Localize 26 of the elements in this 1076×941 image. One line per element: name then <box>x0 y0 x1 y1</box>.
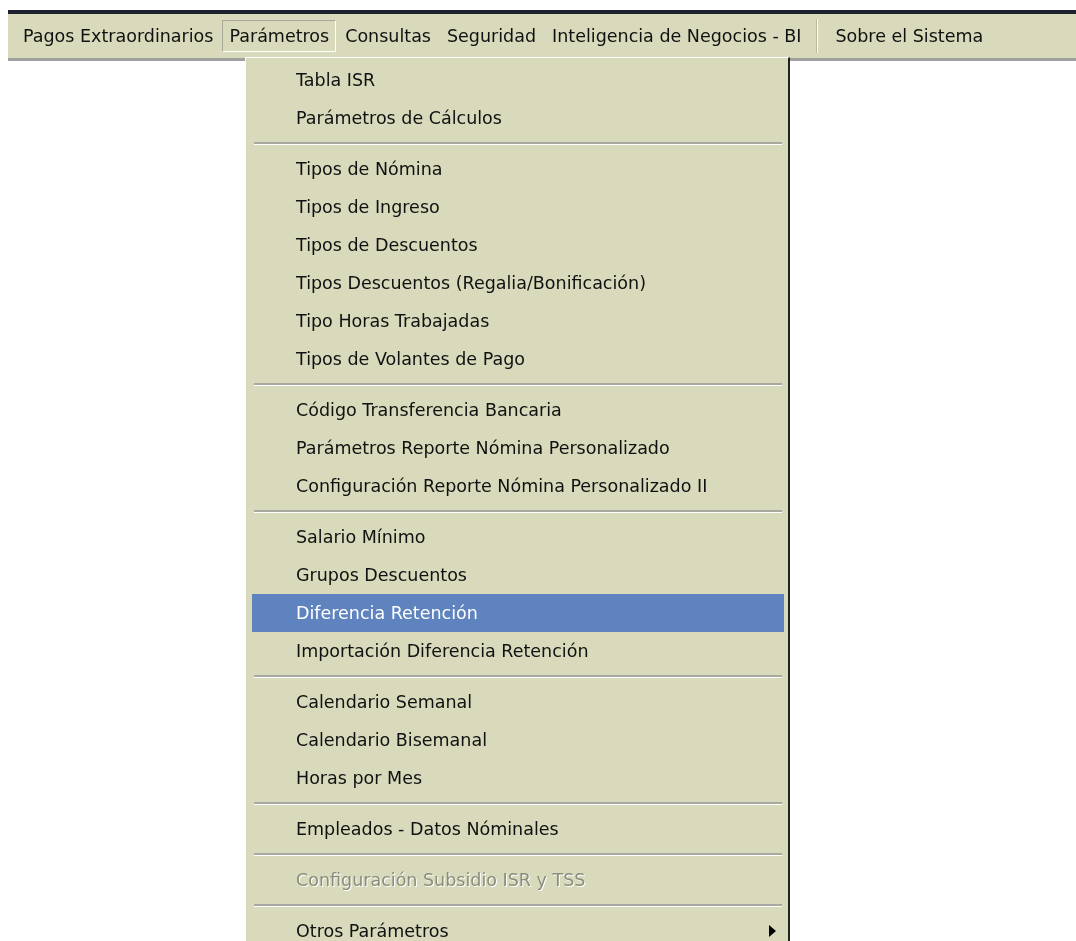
menu-item[interactable]: Grupos Descuentos <box>252 556 784 594</box>
menu-item[interactable]: Otros Parámetros <box>252 912 784 941</box>
menu-item[interactable]: Calendario Bisemanal <box>252 721 784 759</box>
menu-item[interactable]: Horas por Mes <box>252 759 784 797</box>
menu-bar-item[interactable]: Consultas <box>338 20 438 52</box>
menu-item[interactable]: Empleados - Datos Nóminales <box>252 810 784 848</box>
menu-item[interactable]: Tipo Horas Trabajadas <box>252 302 784 340</box>
menu-bar-item[interactable]: Inteligencia de Negocios - BI <box>545 20 809 52</box>
menu-item[interactable]: Salario Mínimo <box>252 518 784 556</box>
menu-item[interactable]: Tipos de Nómina <box>252 150 784 188</box>
menu-item[interactable]: Tabla ISR <box>252 61 784 99</box>
menu-bar-item[interactable]: Sobre el Sistema <box>828 20 991 52</box>
menu-bar-item[interactable]: Parámetros <box>222 20 337 52</box>
menu-bar-item[interactable]: Seguridad <box>440 20 544 52</box>
menu-item[interactable]: Parámetros de Cálculos <box>252 99 784 137</box>
menu-item[interactable]: Tipos de Descuentos <box>252 226 784 264</box>
menu-item[interactable]: Tipos Descuentos (Regalia/Bonificación) <box>252 264 784 302</box>
menu-item[interactable]: Importación Diferencia Retención <box>252 632 784 670</box>
menu-item[interactable]: Configuración Reporte Nómina Personalizado II <box>252 467 784 505</box>
menu-item[interactable]: Parámetros Reporte Nómina Personalizado <box>252 429 784 467</box>
menu-item[interactable]: Calendario Semanal <box>252 683 784 721</box>
menu-item[interactable]: Tipos de Ingreso <box>252 188 784 226</box>
menu-item[interactable]: Código Transferencia Bancaria <box>252 391 784 429</box>
menu-bar-item[interactable]: Pagos Extraordinarios <box>16 20 221 52</box>
menu-item[interactable]: Tipos de Volantes de Pago <box>252 340 784 378</box>
menu-item[interactable]: Diferencia Retención <box>252 594 784 632</box>
